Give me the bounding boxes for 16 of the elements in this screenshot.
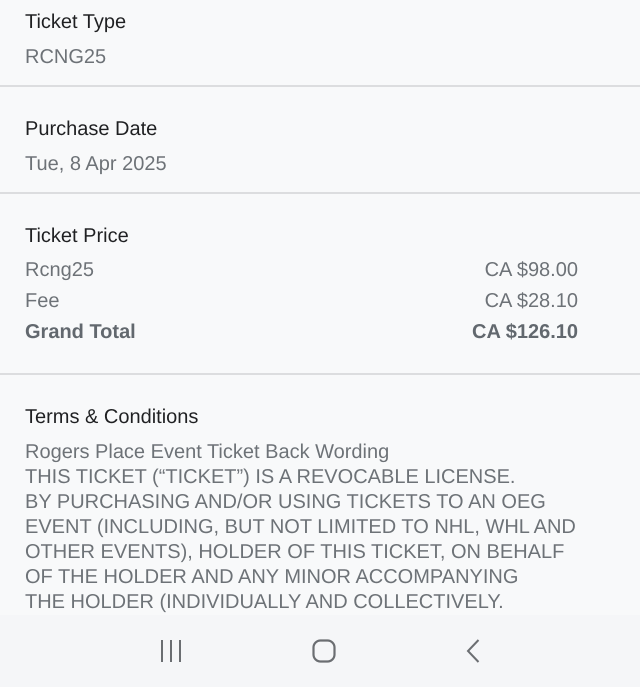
section-heading: Purchase Date	[25, 117, 158, 142]
price-amount: CA $98.00	[484, 258, 578, 283]
section-heading: Ticket Type	[25, 10, 126, 35]
section-heading: Ticket Price	[25, 224, 129, 249]
grand-total-label: Grand Total	[25, 320, 136, 345]
back-icon[interactable]	[466, 639, 480, 663]
grand-total-amount: CA $126.10	[472, 320, 578, 345]
recent-apps-icon[interactable]	[160, 639, 182, 663]
section-heading: Terms & Conditions	[25, 405, 198, 430]
field-value: RCNG25	[25, 45, 106, 70]
terms-text: Rogers Place Event Ticket Back Wording THIS TICKET (“TICKET”) IS A REVOCABLE LICENSE. BY PURCHASING AND/OR USING TICKETS TO AN OEG EVENT (INCLUDING, BUT NOT LIMITED TO NHL, WHL AND OTHER EVENTS), HOLDER OF THIS TICKET, ON BEHALF OF THE HOLDER AND ANY MINOR ACCOMPANYING THE HOLDER (INDIVIDUALLY AND COLLECTIVELY.	[25, 440, 576, 615]
field-value: Tue, 8 Apr 2025	[25, 152, 167, 177]
price-item-name: Fee	[25, 289, 60, 314]
home-icon[interactable]	[312, 639, 336, 663]
price-item-name: Rcng25	[25, 258, 94, 283]
price-amount: CA $28.10	[484, 289, 578, 314]
